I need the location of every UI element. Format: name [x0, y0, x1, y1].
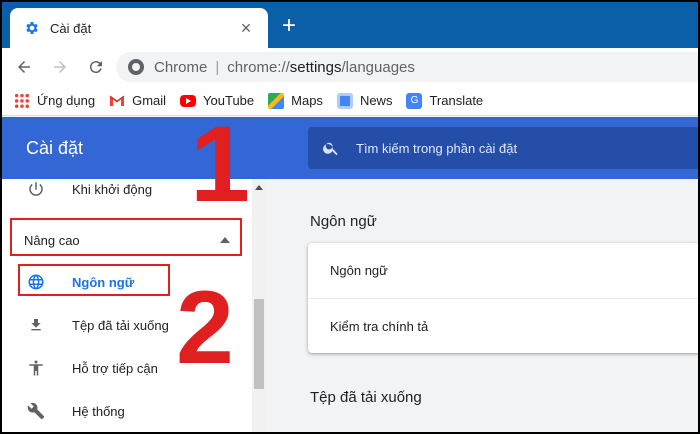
site-chip: Chrome [154, 58, 208, 76]
sidebar-item-system[interactable]: Hệ thống [2, 391, 252, 431]
url-host: settings [289, 58, 342, 76]
settings-search[interactable] [308, 127, 698, 169]
sidebar-item-label: Tệp đã tải xuống [72, 317, 169, 333]
annotation-box-languages [18, 264, 170, 296]
toolbar: Chrome | chrome://settings/languages [2, 48, 698, 86]
scroll-up-arrow-icon[interactable] [255, 185, 263, 190]
bookmark-label: Translate [429, 93, 484, 108]
reload-icon [89, 61, 102, 74]
bookmark-translate[interactable]: G Translate [406, 92, 484, 109]
browser-window: Cài đặt × + Chrome | chrome://settings/l… [2, 2, 698, 432]
search-icon [323, 142, 338, 156]
downloads-section-title: Tệp đã tải xuống [310, 389, 422, 406]
annotation-step-1: 1 [190, 103, 251, 224]
settings-main: Ngôn ngữ Ngôn ngữ Kiểm tra chính tả Tệp … [266, 179, 698, 432]
wrench-icon [26, 401, 46, 421]
bookmark-label: Gmail [132, 93, 167, 108]
languages-card: Ngôn ngữ Kiểm tra chính tả [308, 243, 698, 353]
tab-strip: Cài đặt × + [2, 2, 698, 48]
bookmarks-bar: Ứng dụng Gmail YouTube Maps News G Trans… [2, 86, 698, 116]
url-path: /languages [341, 58, 415, 76]
scrollbar-thumb[interactable] [254, 299, 264, 389]
tab-settings[interactable]: Cài đặt × [10, 8, 268, 48]
annotation-step-2: 2 [176, 270, 234, 386]
power-icon [26, 179, 46, 199]
sidebar-item-label: Hệ thống [72, 403, 125, 419]
bookmark-gmail[interactable]: Gmail [109, 93, 166, 109]
sidebar-item-label: Hỗ trợ tiếp cận [72, 360, 158, 376]
address-bar[interactable]: Chrome | chrome://settings/languages [116, 52, 698, 82]
close-icon[interactable]: × [236, 18, 256, 38]
bookmark-label: Ứng dụng [37, 93, 96, 108]
bookmark-label: Maps [291, 93, 323, 108]
page-title: Cài đặt [26, 138, 84, 158]
search-input[interactable] [356, 140, 676, 156]
reload-button[interactable] [82, 53, 110, 81]
tab-title: Cài đặt [50, 20, 92, 36]
download-icon [26, 315, 46, 335]
gmail-icon [109, 93, 125, 109]
back-button[interactable] [10, 53, 38, 81]
url-scheme: chrome:// [227, 58, 290, 76]
maps-icon [268, 92, 285, 109]
bookmark-label: News [359, 93, 393, 108]
bookmark-news[interactable]: News [336, 92, 393, 109]
back-arrow-icon [18, 61, 30, 73]
new-tab-button[interactable]: + [276, 14, 302, 40]
languages-section-title: Ngôn ngữ [310, 213, 377, 230]
translate-icon: G [406, 92, 423, 109]
spell-check-row[interactable]: Kiểm tra chính tả [308, 298, 698, 353]
apps-icon [14, 92, 30, 109]
accessibility-icon [26, 358, 46, 378]
languages-row[interactable]: Ngôn ngữ [308, 243, 698, 298]
news-icon [336, 92, 353, 109]
url-separator: | [215, 58, 220, 76]
bookmark-maps[interactable]: Maps [268, 92, 323, 109]
bookmark-apps[interactable]: Ứng dụng [14, 92, 96, 109]
chrome-icon [128, 59, 144, 75]
gear-icon [24, 20, 40, 36]
sidebar-item-label: Khi khởi động [72, 181, 153, 197]
forward-button[interactable] [46, 53, 74, 81]
forward-arrow-icon [54, 61, 66, 73]
sidebar-scrollbar[interactable] [252, 179, 266, 432]
